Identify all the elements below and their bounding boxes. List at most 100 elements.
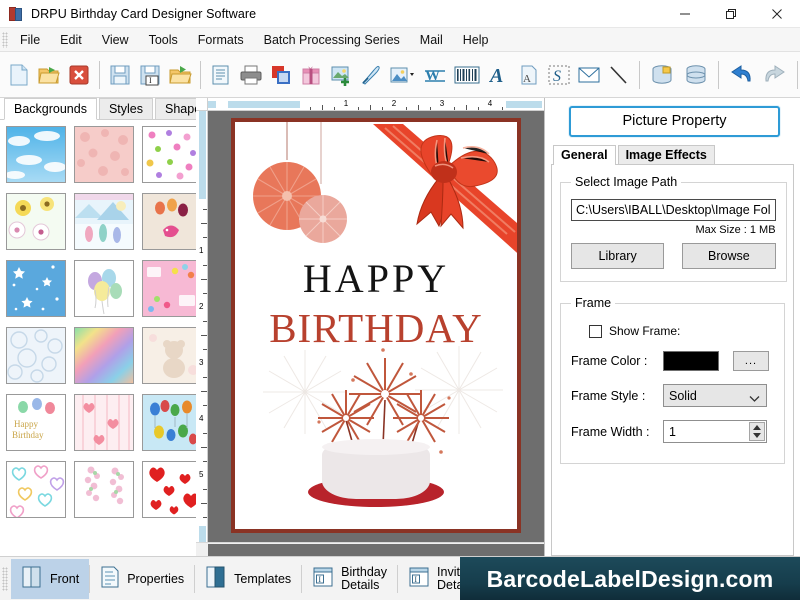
document-preview-icon[interactable] (206, 58, 236, 92)
new-document-icon[interactable] (4, 58, 34, 92)
background-thumb-rainbow[interactable] (74, 327, 134, 384)
greeting-card-design[interactable]: HAPPY BIRTHDAY (231, 118, 521, 533)
background-thumb-teddy[interactable] (142, 327, 196, 384)
text-page-icon[interactable]: A (514, 58, 544, 92)
card-title-birthday[interactable]: BIRTHDAY (235, 304, 517, 352)
envelope-icon[interactable] (574, 58, 604, 92)
ruler-number-4: 4 (488, 98, 492, 110)
menu-file[interactable]: File (10, 30, 50, 50)
background-thumb-clouds[interactable] (6, 126, 66, 183)
quill-pen-icon[interactable] (356, 58, 386, 92)
frame-style-select[interactable]: Solid (663, 384, 767, 407)
application-window: DRPU Birthday Card Designer Software (0, 0, 800, 600)
artboard[interactable]: HAPPY BIRTHDAY (208, 111, 544, 542)
svg-text:A: A (488, 65, 503, 86)
library-button[interactable]: Library (571, 243, 664, 269)
v-ruler-number-5: 5 (199, 471, 203, 479)
right-panel: Picture Property General Image Effects S… (544, 98, 800, 556)
background-thumb-flower-vines[interactable] (74, 461, 134, 518)
signature-s-icon[interactable]: S (544, 58, 574, 92)
background-thumb-pink-party[interactable] (142, 260, 196, 317)
backgrounds-scroll-area[interactable]: Happy Birthday (0, 120, 196, 556)
background-thumb-red-hearts[interactable] (142, 461, 196, 518)
spinner-up-icon[interactable] (750, 423, 764, 432)
floppy-save-as-icon[interactable]: I (135, 58, 165, 92)
bottom-tab-templates[interactable]: Templates (195, 559, 301, 599)
background-thumb-bird-balloons[interactable] (142, 193, 196, 250)
vertical-ruler[interactable]: 1 2 3 4 5 (196, 111, 208, 542)
background-thumb-stars[interactable] (6, 260, 66, 317)
line-icon[interactable] (604, 58, 634, 92)
bottom-toolbar: Front Properties Templates I Birthday De… (0, 556, 800, 600)
watermark-w-icon[interactable]: W (420, 58, 450, 92)
card-title-happy[interactable]: HAPPY (235, 255, 517, 302)
card-front-icon (21, 565, 43, 592)
text-a-icon[interactable]: A (484, 58, 514, 92)
close-red-x-icon[interactable] (64, 58, 94, 92)
gift-box-icon[interactable] (296, 58, 326, 92)
show-frame-checkbox[interactable] (589, 325, 602, 338)
background-thumb-pastel-balloons[interactable] (74, 260, 134, 317)
bottom-grip-handle[interactable] (2, 567, 8, 591)
horizontal-ruler[interactable]: 1 2 3 4 (208, 98, 544, 111)
frame-style-value: Solid (669, 389, 697, 403)
background-thumb-happy-birthday[interactable]: Happy Birthday (6, 394, 66, 451)
tab-general[interactable]: General (553, 145, 616, 165)
menu-help[interactable]: Help (453, 30, 499, 50)
v-ruler-number-2: 2 (199, 303, 203, 311)
database-stack-icon[interactable] (679, 58, 713, 92)
background-thumb-butterflies[interactable] (142, 126, 196, 183)
spinner-down-icon[interactable] (750, 432, 764, 441)
bottom-tab-birthday-details[interactable]: I Birthday Details (302, 559, 397, 599)
canvas-horizontal-scrollbar[interactable] (196, 542, 544, 556)
bottom-tab-properties[interactable]: Properties (90, 559, 194, 599)
label-line-2: Details (341, 578, 379, 592)
redo-arrow-icon[interactable] (758, 58, 792, 92)
browse-button[interactable]: Browse (682, 243, 775, 269)
bottom-tab-birthday-details-label: Birthday Details (341, 566, 387, 591)
menu-grip-handle[interactable] (2, 32, 8, 48)
background-thumb-heart-stripes[interactable] (74, 394, 134, 451)
background-thumb-winter[interactable] (74, 193, 134, 250)
tab-image-effects[interactable]: Image Effects (618, 145, 715, 164)
picture-dropdown-icon[interactable] (386, 58, 420, 92)
export-folder-icon[interactable] (165, 58, 195, 92)
maximize-button[interactable] (708, 0, 754, 28)
menu-mail[interactable]: Mail (410, 30, 453, 50)
menu-tools[interactable]: Tools (139, 30, 188, 50)
minimize-button[interactable] (662, 0, 708, 28)
bottom-tab-front[interactable]: Front (11, 559, 89, 599)
background-thumb-sky-balloons[interactable] (142, 394, 196, 451)
show-frame-row[interactable]: Show Frame: (589, 324, 774, 338)
frame-style-row: Frame Style : Solid (571, 384, 774, 407)
background-thumb-daisies[interactable] (6, 193, 66, 250)
background-thumb-bubbles[interactable] (6, 327, 66, 384)
database-icon[interactable] (645, 58, 679, 92)
frame-width-stepper[interactable]: 1 (663, 420, 767, 443)
undo-arrow-icon[interactable] (724, 58, 758, 92)
background-thumb-pink-damask[interactable] (74, 126, 134, 183)
v-ruler-number-4: 4 (199, 415, 203, 423)
add-picture-icon[interactable] (326, 58, 356, 92)
printer-icon[interactable] (236, 58, 266, 92)
barcode-icon[interactable] (450, 58, 484, 92)
background-thumb-outline-hearts[interactable] (6, 461, 66, 518)
open-folder-icon[interactable] (34, 58, 64, 92)
show-frame-label: Show Frame: (609, 324, 680, 338)
frame-width-value: 1 (669, 425, 676, 439)
tab-backgrounds[interactable]: Backgrounds (4, 98, 97, 120)
menu-formats[interactable]: Formats (188, 30, 254, 50)
frame-style-label: Frame Style : (571, 389, 663, 403)
close-button[interactable] (754, 0, 800, 28)
floppy-save-icon[interactable] (105, 58, 135, 92)
layers-icon[interactable] (266, 58, 296, 92)
frame-color-picker-button[interactable]: ... (733, 351, 769, 371)
image-path-input[interactable]: C:\Users\IBALL\Desktop\Image Fol (571, 199, 776, 221)
frame-color-swatch[interactable] (663, 351, 719, 371)
scrollbar-thumb[interactable] (208, 544, 544, 556)
menu-view[interactable]: View (92, 30, 139, 50)
menu-batch-processing-series[interactable]: Batch Processing Series (254, 30, 410, 50)
menu-edit[interactable]: Edit (50, 30, 92, 50)
spinner-arrows[interactable] (749, 422, 765, 441)
tab-styles[interactable]: Styles (99, 98, 153, 119)
